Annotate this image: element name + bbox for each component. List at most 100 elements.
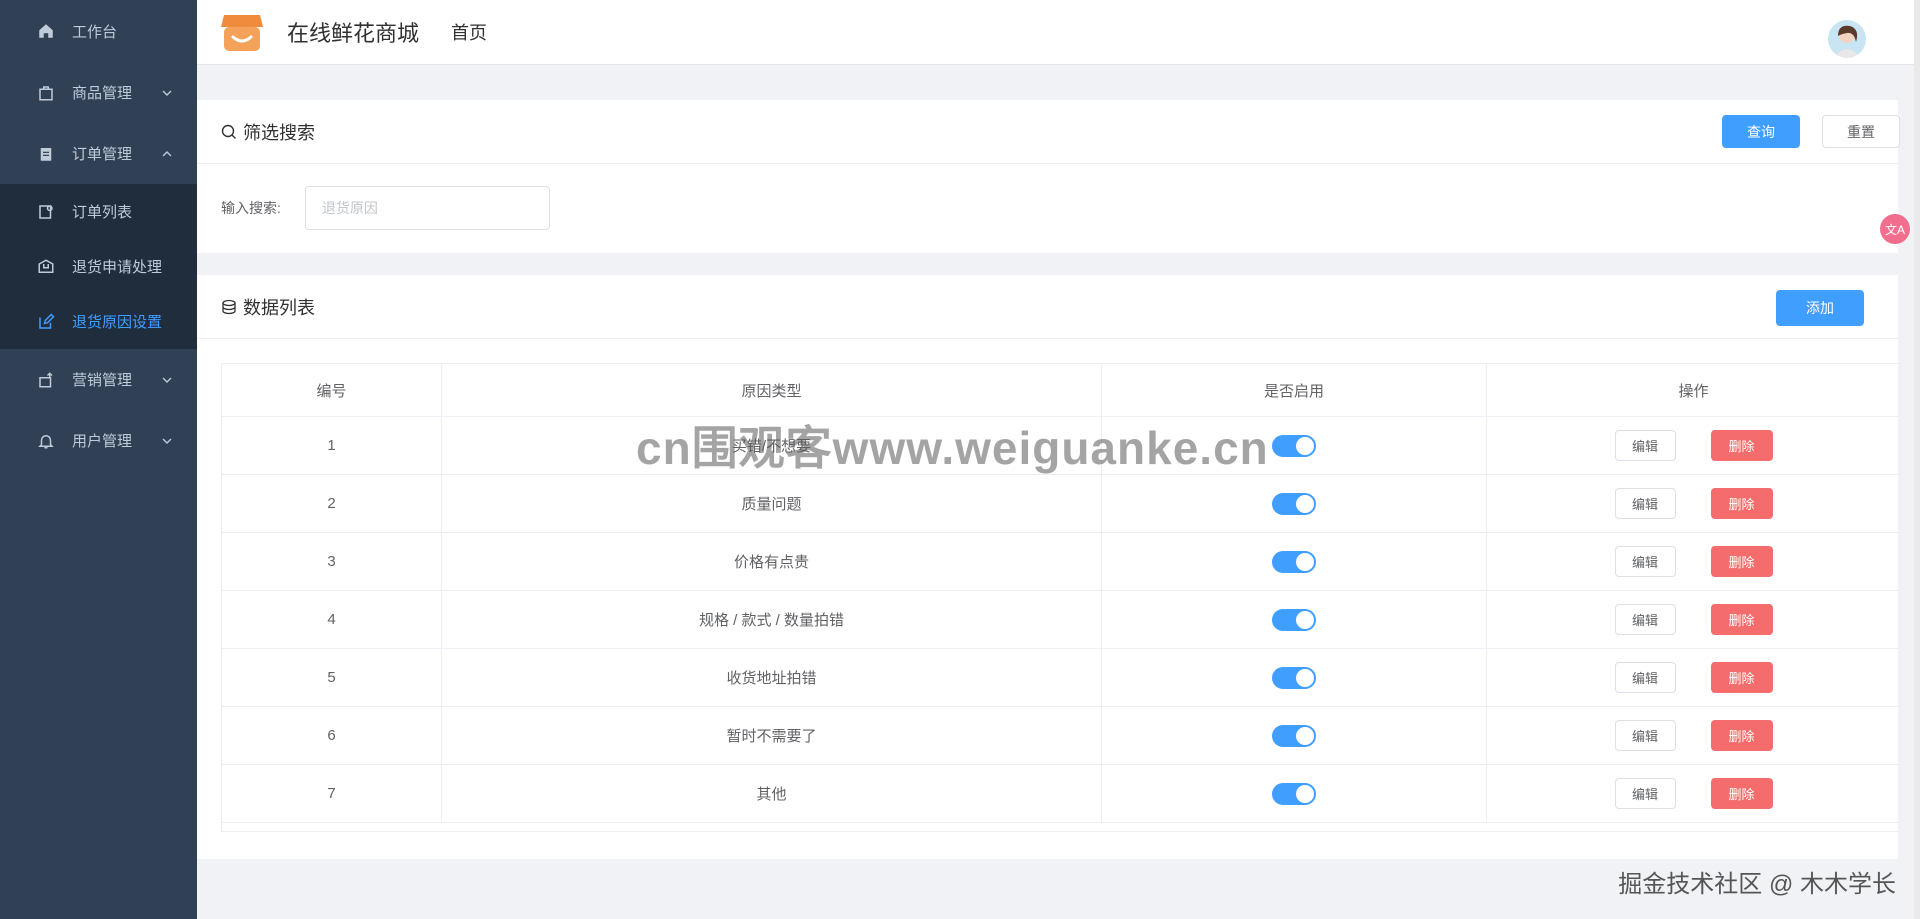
sidebar-item-products[interactable]: 商品管理: [0, 62, 197, 123]
delete-button[interactable]: 删除: [1710, 430, 1773, 461]
delete-button[interactable]: 删除: [1710, 488, 1773, 519]
search-input[interactable]: [304, 186, 550, 230]
translate-icon[interactable]: 文A: [1880, 214, 1910, 244]
order-submenu: 订单列表 退货申请处理 退货原因设置: [0, 184, 197, 349]
return-reason-table: 编号 原因类型 是否启用 操作 1 买错/不想要 编辑 删除 2 质量问题 编辑 删除 3 价格有…: [221, 363, 1901, 832]
row-enabled-cell: [1102, 765, 1487, 822]
sidebar-item-label: 商品管理: [72, 85, 133, 102]
sidebar-item-label: 工作台: [72, 23, 118, 41]
row-enabled-cell: [1102, 707, 1487, 764]
edit-button[interactable]: 编辑: [1614, 720, 1676, 751]
edit-button[interactable]: 编辑: [1614, 604, 1676, 635]
sidebar-item-label: 订单列表: [72, 204, 133, 221]
search-label: 输入搜索:: [221, 200, 281, 216]
reset-button[interactable]: 重置: [1822, 115, 1900, 148]
row-id: 2: [222, 475, 442, 532]
row-actions: 编辑 删除: [1487, 707, 1900, 764]
row-actions: 编辑 删除: [1487, 475, 1900, 532]
edit-button[interactable]: 编辑: [1614, 662, 1676, 693]
chevron-up-icon: [162, 150, 172, 156]
table-row: 4 规格 / 款式 / 数量拍错 编辑 删除: [222, 591, 1900, 649]
column-header: 操作: [1678, 382, 1709, 400]
sidebar-item-orders[interactable]: 订单管理: [0, 123, 197, 184]
edit-button[interactable]: 编辑: [1614, 430, 1676, 461]
enabled-toggle[interactable]: [1272, 666, 1316, 689]
breadcrumb-home[interactable]: 首页: [451, 19, 487, 45]
shop-logo-icon: [221, 15, 263, 51]
row-id: 7: [222, 765, 442, 822]
row-actions: 编辑 删除: [1487, 649, 1900, 706]
enabled-toggle[interactable]: [1272, 608, 1316, 631]
row-reason: 其他: [442, 765, 1102, 822]
row-actions: 编辑 删除: [1487, 417, 1900, 474]
search-panel-header: 筛选搜索 查询 重置: [197, 100, 1900, 164]
table-footer: [222, 823, 1900, 831]
delete-button[interactable]: 删除: [1710, 604, 1773, 635]
row-id: 4: [222, 591, 442, 648]
table-row: 6 暂时不需要了 编辑 删除: [222, 707, 1900, 765]
row-enabled-cell: [1102, 475, 1487, 532]
row-enabled-cell: [1102, 417, 1487, 474]
table-row: 5 收货地址拍错 编辑 删除: [222, 649, 1900, 707]
enabled-toggle[interactable]: [1272, 434, 1316, 457]
table-row: 3 价格有点贵 编辑 删除: [222, 533, 1900, 591]
add-button[interactable]: 添加: [1776, 290, 1864, 326]
query-button[interactable]: 查询: [1722, 115, 1800, 148]
delete-button[interactable]: 删除: [1710, 546, 1773, 577]
edit-icon: [36, 312, 56, 332]
table-row: 1 买错/不想要 编辑 删除: [222, 417, 1900, 475]
watermark-corner: 掘金技术社区 @ 木木学长: [1618, 871, 1896, 898]
sidebar-item-label: 营销管理: [72, 372, 133, 389]
edit-button[interactable]: 编辑: [1614, 546, 1676, 577]
edit-button[interactable]: 编辑: [1614, 778, 1676, 809]
row-actions: 编辑 删除: [1487, 591, 1900, 648]
bag-icon: [36, 83, 56, 103]
column-header: 编号: [222, 364, 442, 416]
submenu-item-order-list[interactable]: 订单列表: [0, 184, 197, 239]
avatar[interactable]: [1828, 20, 1866, 58]
delete-button[interactable]: 删除: [1710, 662, 1773, 693]
delete-button[interactable]: 删除: [1710, 778, 1773, 809]
row-id: 5: [222, 649, 442, 706]
table-header-row: 编号 原因类型 是否启用 操作: [222, 364, 1900, 417]
data-list-panel: 数据列表 添加 编号 原因类型 是否启用 操作 1 买错/不想要 编辑 删除 2 质量问题…: [197, 275, 1901, 859]
search-row: 输入搜索:: [197, 164, 1898, 252]
enabled-toggle[interactable]: [1272, 550, 1316, 573]
sidebar-item-label: 订单管理: [72, 146, 133, 163]
page-scrollbar[interactable]: [1914, 0, 1920, 919]
submenu-item-return-requests[interactable]: 退货申请处理: [0, 239, 197, 294]
row-reason: 买错/不想要: [442, 417, 1102, 474]
row-enabled-cell: [1102, 649, 1487, 706]
row-id: 3: [222, 533, 442, 590]
sidebar-item-workbench[interactable]: 工作台: [0, 0, 197, 62]
column-header: 是否启用: [1102, 364, 1487, 416]
bell-icon: [36, 431, 56, 451]
chevron-down-icon: [162, 90, 172, 96]
search-panel: 筛选搜索 查询 重置 输入搜索:: [197, 100, 1900, 253]
row-id: 6: [222, 707, 442, 764]
sidebar-item-marketing[interactable]: 营销管理: [0, 349, 197, 410]
sidebar-item-label: 用户管理: [72, 433, 133, 450]
enabled-toggle[interactable]: [1272, 492, 1316, 515]
top-header: 在线鲜花商城 首页: [197, 0, 1920, 65]
table-row: 2 质量问题 编辑 删除: [222, 475, 1900, 533]
sidebar-item-users[interactable]: 用户管理: [0, 410, 197, 471]
row-actions: 编辑 删除: [1487, 533, 1900, 590]
home-icon: [36, 21, 56, 41]
edit-button[interactable]: 编辑: [1614, 488, 1676, 519]
delete-button[interactable]: 删除: [1710, 720, 1773, 751]
search-icon: [221, 124, 236, 139]
enabled-toggle[interactable]: [1272, 724, 1316, 747]
chevron-down-icon: [162, 377, 172, 383]
enabled-toggle[interactable]: [1272, 782, 1316, 805]
box-icon: [36, 257, 56, 277]
submenu-item-return-reasons[interactable]: 退货原因设置: [0, 294, 197, 349]
column-header: 原因类型: [442, 364, 1102, 416]
clipboard-icon: [36, 144, 56, 164]
sidebar-item-label: 退货申请处理: [72, 259, 163, 276]
marketing-icon: [36, 370, 56, 390]
row-enabled-cell: [1102, 533, 1487, 590]
row-reason: 质量问题: [442, 475, 1102, 532]
row-enabled-cell: [1102, 591, 1487, 648]
sidebar-item-label: 退货原因设置: [72, 314, 163, 331]
